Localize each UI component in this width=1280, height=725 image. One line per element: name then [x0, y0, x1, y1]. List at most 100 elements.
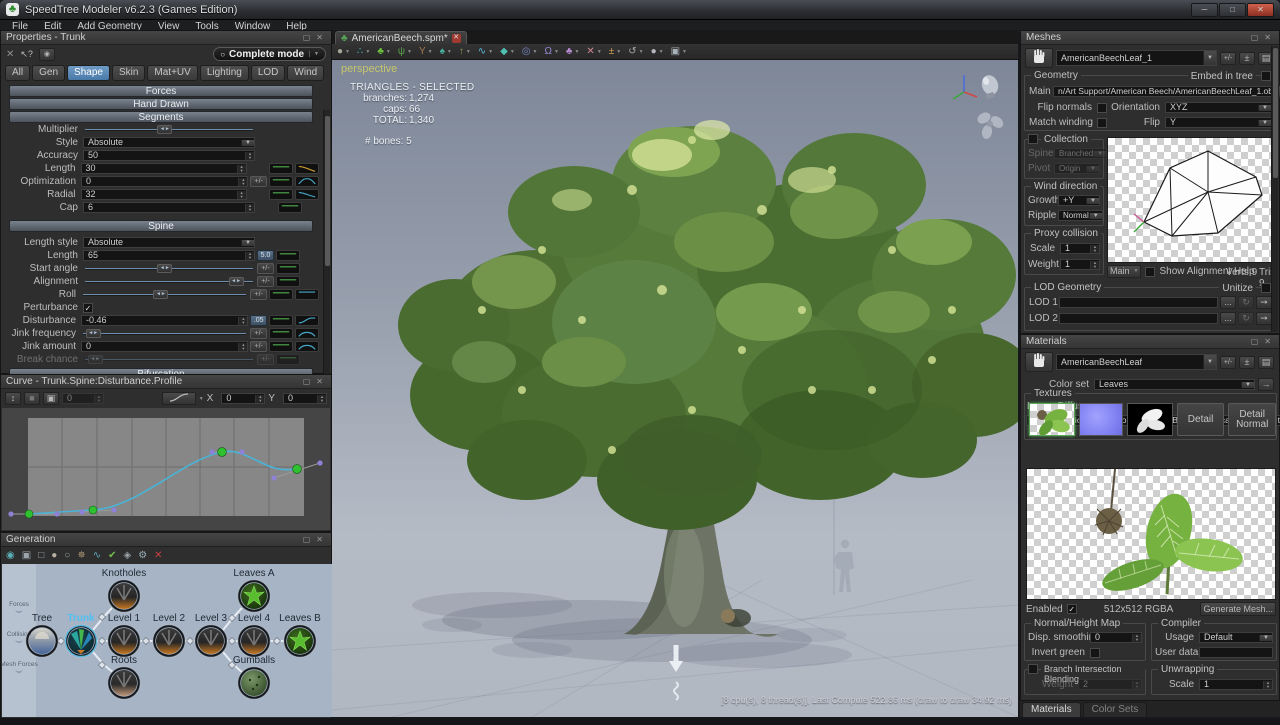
settings-icon[interactable]: ⚙: [138, 550, 147, 561]
properties-scrollbar[interactable]: [323, 110, 330, 400]
float-panel-icon[interactable]: ▢: [1248, 337, 1262, 346]
variance-button[interactable]: +/-: [257, 263, 274, 274]
material-insert-button[interactable]: ±: [1239, 356, 1255, 369]
lod1-path-field[interactable]: [1059, 297, 1218, 308]
gesture-tool[interactable]: ◎▼: [522, 47, 538, 57]
variance-button[interactable]: +/-: [257, 354, 274, 365]
tab-mat-uv[interactable]: Mat+UV: [147, 65, 197, 81]
variance-button[interactable]: +/-: [250, 289, 267, 300]
pointer-help-icon[interactable]: ↖?: [20, 49, 33, 60]
seedling-tool[interactable]: ↑▼: [459, 47, 471, 57]
export-tool[interactable]: ▣▼: [671, 47, 687, 57]
flip-normals-checkbox[interactable]: [1097, 103, 1107, 113]
main-mesh-path-field[interactable]: n/Art Support/American Beech/AmericanBee…: [1053, 86, 1276, 97]
side-item-mesh-forces[interactable]: Mesh Forces: [2, 661, 39, 668]
variance-badge[interactable]: 5.0: [257, 250, 274, 261]
accuracy-field[interactable]: 50▲▼: [83, 150, 255, 161]
node-trunk[interactable]: Trunk: [65, 613, 97, 657]
material-selector[interactable]: AmericanBeechLeaf ▼: [1056, 354, 1217, 370]
meshes-scrollbar[interactable]: [1271, 46, 1278, 332]
reload-icon[interactable]: ↻: [1238, 312, 1254, 325]
document-tab[interactable]: ♣ AmericanBeech.spm* ✕: [335, 31, 467, 44]
style-select[interactable]: Absolute▼: [83, 137, 255, 148]
section-spine[interactable]: Spine: [9, 220, 313, 232]
profile-curve-chip[interactable]: [276, 250, 300, 261]
pivot-select[interactable]: Origin▼: [1054, 163, 1100, 174]
mesh-preview[interactable]: [1107, 137, 1275, 263]
disturbance-field[interactable]: -0.46▲▼: [81, 315, 248, 326]
unitize-checkbox[interactable]: [1261, 283, 1271, 293]
usage-select[interactable]: Default▼: [1199, 632, 1273, 643]
roll-slider[interactable]: ◄►: [81, 289, 248, 300]
variance-button[interactable]: +/-: [250, 328, 267, 339]
enabled-checkbox[interactable]: ✓: [1067, 604, 1077, 614]
flip-select[interactable]: Y▼: [1165, 117, 1272, 128]
node-graph[interactable]: ForcesCollisionMesh ForcesTreeTrunkKnoth…: [2, 564, 330, 717]
proxy-scale-field[interactable]: 1▲▼: [1060, 243, 1100, 254]
curve-layers-icon[interactable]: ▣: [43, 392, 59, 405]
eye-icon[interactable]: ◉: [39, 48, 55, 61]
profile-curve-chip[interactable]: [269, 189, 293, 200]
lod2-path-field[interactable]: [1059, 313, 1218, 324]
length-style-select[interactable]: Absolute▼: [83, 237, 255, 248]
viewport-3d[interactable]: perspective TRIANGLES - SELECTED branche…: [332, 60, 1018, 717]
preview-view-select[interactable]: Main▼: [1107, 265, 1141, 278]
hand-select-icon[interactable]: [1025, 352, 1053, 372]
variance-button[interactable]: +/-: [250, 341, 267, 352]
variance-curve-chip[interactable]: [295, 189, 319, 200]
section-hand-drawn[interactable]: Hand Drawn: [9, 98, 313, 110]
ungroup-icon[interactable]: □: [38, 550, 44, 561]
opacity-texture-thumb[interactable]: [1127, 403, 1173, 436]
close-panel-icon[interactable]: ✕: [1261, 337, 1274, 346]
tab-lighting[interactable]: Lighting: [200, 65, 249, 81]
close-button[interactable]: ✕: [1247, 3, 1274, 17]
variance-button[interactable]: +/-: [257, 276, 274, 287]
float-panel-icon[interactable]: ▢: [300, 33, 314, 42]
tab-materials[interactable]: Materials: [1022, 702, 1081, 717]
bib-checkbox[interactable]: [1028, 664, 1038, 674]
camera-label[interactable]: perspective: [341, 63, 397, 75]
profile-curve-chip[interactable]: [269, 341, 293, 352]
perturbance-checkbox[interactable]: ✓: [83, 303, 93, 313]
start-angle-slider[interactable]: ◄►: [83, 263, 255, 274]
disp-smoothing-field[interactable]: 0▲▼: [1090, 632, 1142, 643]
tab-skin[interactable]: Skin: [112, 65, 145, 81]
tab-gen[interactable]: Gen: [32, 65, 65, 81]
collection-checkbox[interactable]: [1028, 134, 1038, 144]
curve-x-field[interactable]: 0 ▲▼: [221, 393, 265, 404]
jink-amount-field[interactable]: 0▲▼: [81, 341, 248, 352]
material-add-remove-button[interactable]: +/-: [1220, 356, 1236, 369]
material-sphere-tool[interactable]: ●▼: [337, 47, 350, 57]
rotate-tool[interactable]: ↺▼: [628, 47, 643, 57]
curve-y-field[interactable]: 0 ▲▼: [283, 393, 327, 404]
bib-weight-field[interactable]: 2▲▼: [1078, 679, 1142, 690]
close-panel-icon[interactable]: ✕: [1261, 33, 1274, 42]
profile-curve-chip[interactable]: [269, 328, 293, 339]
variance-curve-chip[interactable]: [295, 176, 319, 187]
profile-curve-chip[interactable]: [276, 354, 300, 365]
optimization-field[interactable]: 0▲▼: [81, 176, 248, 187]
ring-icon[interactable]: ○: [64, 550, 70, 561]
material-duplicate-button[interactable]: ▤: [1258, 356, 1274, 369]
generate-mesh-button[interactable]: Generate Mesh...: [1200, 602, 1276, 616]
close-panel-icon[interactable]: ✕: [313, 535, 326, 544]
hands-icon[interactable]: ✵: [77, 550, 85, 561]
detail-normal-texture-button[interactable]: Detail Normal: [1228, 403, 1276, 436]
proxy-weight-field[interactable]: 1▲▼: [1060, 259, 1100, 270]
profile-curve-chip[interactable]: [276, 276, 300, 287]
node-edit-tool[interactable]: ∴▼: [357, 47, 370, 57]
length-field[interactable]: 30▲▼: [81, 163, 247, 174]
lock-icon[interactable]: ◈: [124, 550, 132, 561]
float-panel-icon[interactable]: ▢: [300, 377, 314, 386]
leaf-tool[interactable]: ♣▼: [377, 47, 391, 57]
grass-tool[interactable]: ψ▼: [398, 47, 412, 57]
lasso-tool[interactable]: Ω▼: [544, 47, 558, 57]
profile-curve-chip[interactable]: [269, 289, 293, 300]
radial-field[interactable]: 32▲▼: [81, 189, 247, 200]
spine-edit-tool[interactable]: ∿▼: [478, 47, 493, 57]
mesh-selector[interactable]: AmericanBeechLeaf_1 ▼: [1056, 50, 1217, 66]
growth-select[interactable]: +Y▼: [1058, 195, 1100, 206]
diffuse-texture-thumb[interactable]: [1029, 403, 1075, 436]
variance-curve-chip[interactable]: [295, 163, 319, 174]
normal-texture-thumb[interactable]: [1079, 403, 1123, 436]
